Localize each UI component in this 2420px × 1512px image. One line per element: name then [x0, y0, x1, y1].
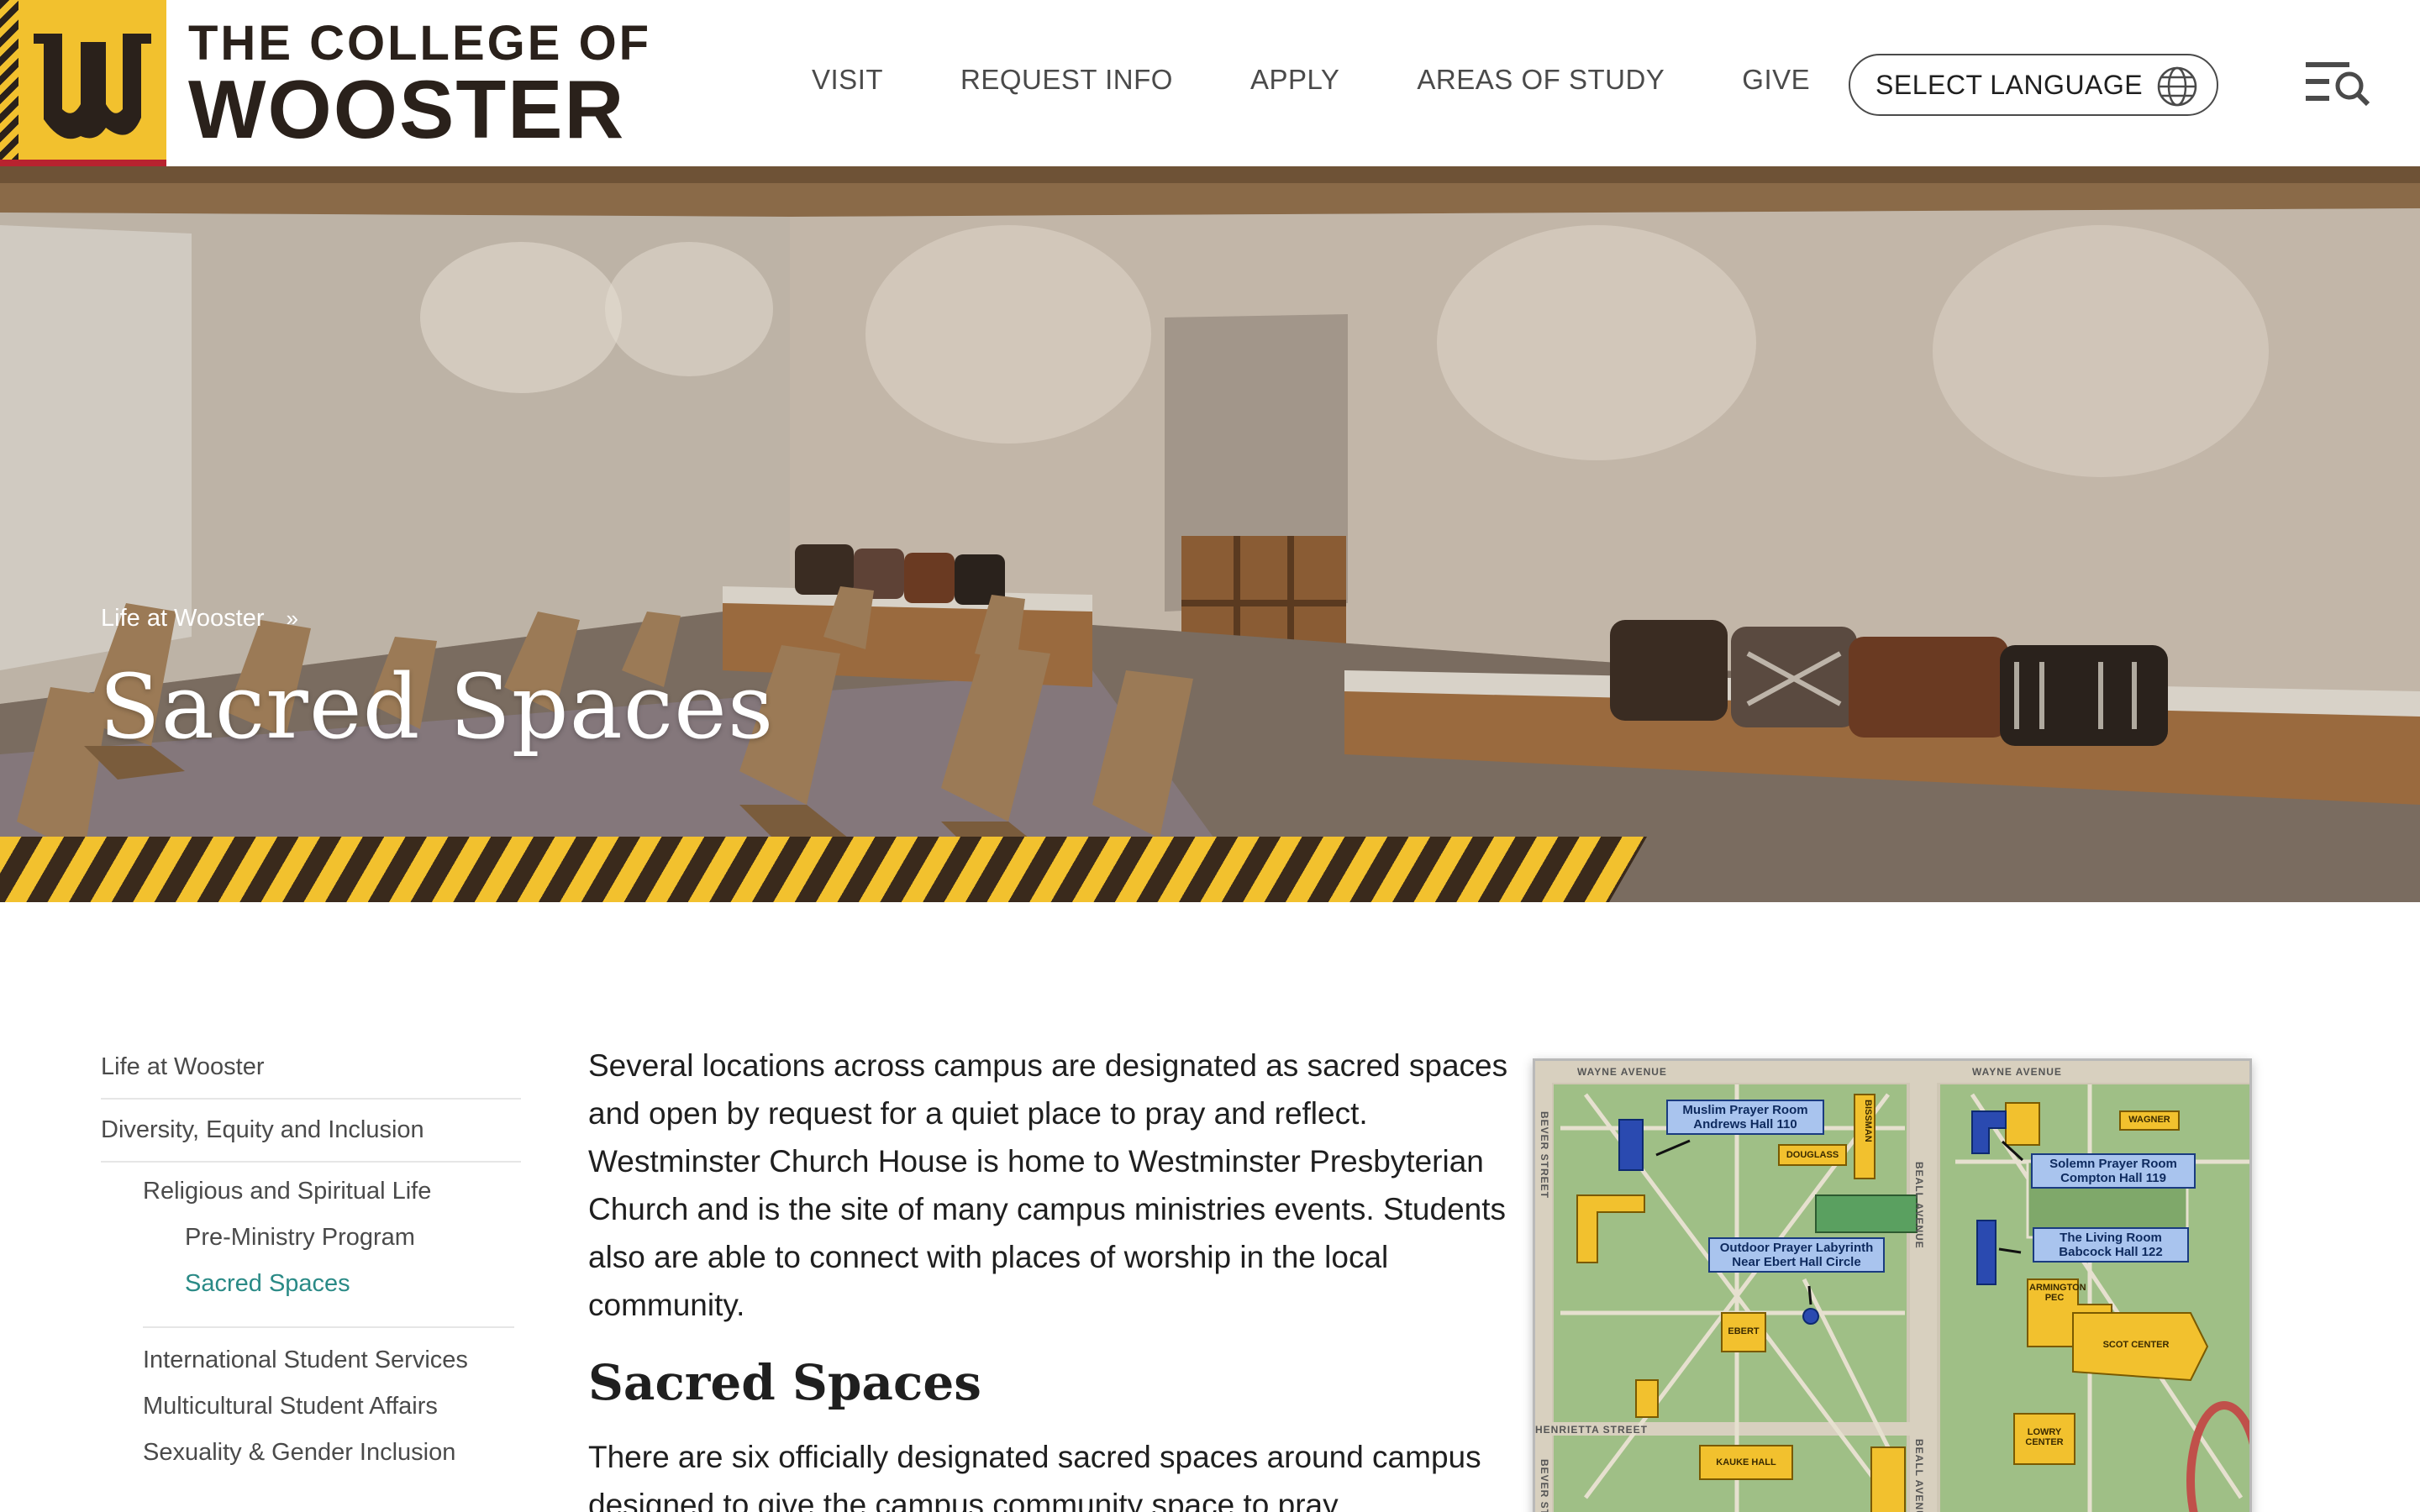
- sidebar-item-multicultural-student-affairs[interactable]: Multicultural Student Affairs: [101, 1383, 521, 1429]
- map-building-kauke-hall: KAUKE HALL: [1716, 1457, 1776, 1467]
- main-nav: VISIT REQUEST INFO APPLY AREAS OF STUDY …: [812, 64, 1810, 96]
- map-label-solemn-line1: Solemn Prayer Room: [2049, 1157, 2177, 1171]
- menu-search-icon[interactable]: [2306, 59, 2370, 106]
- map-building-douglass: DOUGLASS: [1786, 1150, 1839, 1160]
- sidebar-divider: [143, 1326, 514, 1328]
- college-logo[interactable]: [0, 0, 166, 166]
- site-header: THE COLLEGE OF WOOSTER VISIT REQUEST INF…: [0, 0, 2420, 166]
- map-label-muslim-prayer-room: Muslim Prayer Room Andrews Hall 110: [1666, 1100, 1824, 1135]
- globe-icon: [2157, 66, 2197, 107]
- map-street-wayne-2: WAYNE AVENUE: [1972, 1066, 2062, 1078]
- section-heading: Sacred Spaces: [588, 1354, 981, 1411]
- sidebar-nav: Life at Wooster Diversity, Equity and In…: [101, 1042, 521, 1475]
- nav-apply[interactable]: APPLY: [1250, 64, 1339, 96]
- sidebar-item-religious-spiritual-life[interactable]: Religious and Spiritual Life: [101, 1163, 521, 1212]
- breadcrumb: Life at Wooster »: [101, 605, 298, 633]
- sidebar-item-sacred-spaces[interactable]: Sacred Spaces: [101, 1258, 521, 1305]
- w-logo-icon: [34, 34, 151, 139]
- intro-paragraph: Several locations across campus are desi…: [588, 1048, 1508, 1322]
- breadcrumb-life-at-wooster[interactable]: Life at Wooster: [101, 605, 265, 633]
- map-label-solemn-prayer-room: Solemn Prayer Room Compton Hall 119: [2031, 1153, 2196, 1189]
- hero-room-image: [0, 166, 2420, 902]
- select-language-label: SELECT LANGUAGE: [1876, 69, 2144, 100]
- map-building-wagner: WAGNER: [2128, 1115, 2170, 1125]
- map-label-labyrinth-line1: Outdoor Prayer Labyrinth: [1719, 1241, 1874, 1255]
- map-label-outdoor-labyrinth: Outdoor Prayer Labyrinth Near Ebert Hall…: [1708, 1237, 1885, 1273]
- map-label-muslim-line2: Andrews Hall 110: [1693, 1117, 1797, 1131]
- map-label-muslim-line1: Muslim Prayer Room: [1682, 1103, 1808, 1117]
- map-label-solemn-line2: Compton Hall 119: [2060, 1171, 2166, 1185]
- map-street-henrietta: HENRIETTA STREET: [1535, 1424, 1649, 1436]
- map-label-living-line2: Babcock Hall 122: [2059, 1245, 2163, 1259]
- map-building-lowry-center: LOWRY CENTER: [2025, 1427, 2064, 1447]
- brand-line1: THE COLLEGE OF: [188, 16, 652, 71]
- map-label-living-room: The Living Room Babcock Hall 122: [2033, 1227, 2189, 1263]
- map-building-scot-center: SCOT CENTER: [2102, 1340, 2170, 1350]
- map-label-labyrinth-line2: Near Ebert Hall Circle: [1732, 1255, 1861, 1269]
- brand-wordmark[interactable]: THE COLLEGE OF WOOSTER: [188, 16, 652, 155]
- sidebar-item-sexuality-gender-inclusion[interactable]: Sexuality & Gender Inclusion: [101, 1429, 521, 1475]
- body-paragraph: There are six officially designated sacr…: [588, 1440, 1481, 1512]
- hazard-stripe-decoration: [0, 837, 1647, 902]
- main-content: Several locations across campus are desi…: [588, 1042, 1512, 1512]
- map-street-beall-2: BEALL AVENUE: [1913, 1439, 1925, 1512]
- nav-visit[interactable]: VISIT: [812, 64, 883, 96]
- map-label-living-line1: The Living Room: [2060, 1231, 2162, 1245]
- map-building-bissman: BISSMAN: [1863, 1100, 1873, 1142]
- sidebar-item-life-at-wooster[interactable]: Life at Wooster: [101, 1042, 521, 1100]
- sidebar-item-pre-ministry-program[interactable]: Pre-Ministry Program: [101, 1212, 521, 1258]
- brand-line2: WOOSTER: [188, 63, 626, 155]
- hero-banner: Life at Wooster » Sacred Spaces: [0, 166, 2420, 902]
- map-street-wayne-1: WAYNE AVENUE: [1577, 1066, 1667, 1078]
- select-language-button[interactable]: SELECT LANGUAGE: [1849, 54, 2218, 116]
- nav-request-info[interactable]: REQUEST INFO: [960, 64, 1173, 96]
- map-street-beall-1: BEALL AVENUE: [1913, 1162, 1925, 1249]
- campus-map-graphic: [1535, 1061, 2249, 1512]
- logo-red-bar: [0, 160, 166, 166]
- map-building-armington: ARMINGTON PEC: [2029, 1283, 2086, 1303]
- logo-stripes: [0, 0, 18, 166]
- map-street-bever: BEVER STREET: [1539, 1111, 1550, 1200]
- campus-map-image[interactable]: WAYNE AVENUE WAYNE AVENUE BEALL AVENUE B…: [1533, 1058, 2252, 1512]
- page-title: Sacred Spaces: [99, 655, 775, 759]
- map-building-ebert: EBERT: [1728, 1326, 1760, 1336]
- nav-give[interactable]: GIVE: [1742, 64, 1810, 96]
- map-street-bever-2: BEVER ST: [1539, 1459, 1550, 1512]
- sidebar-item-international-student-services[interactable]: International Student Services: [101, 1336, 521, 1383]
- breadcrumb-separator: »: [286, 606, 298, 631]
- sidebar-item-diversity-equity-inclusion[interactable]: Diversity, Equity and Inclusion: [101, 1100, 521, 1163]
- nav-areas-of-study[interactable]: AREAS OF STUDY: [1417, 64, 1665, 96]
